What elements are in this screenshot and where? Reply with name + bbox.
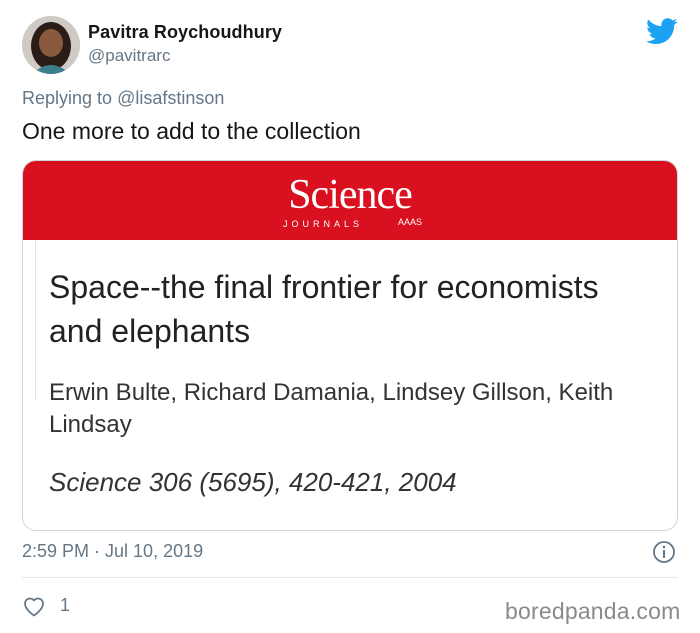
replying-to: Replying to @lisafstinson [22,88,224,109]
journals-label: JOURNALS [283,219,364,229]
info-icon[interactable] [652,540,676,564]
display-name[interactable]: Pavitra Roychoudhury [88,22,282,43]
science-logo: Science [288,172,413,218]
paper-authors: Erwin Bulte, Richard Damania, Lindsey Gi… [49,379,614,438]
avatar[interactable] [22,16,80,74]
replying-prefix: Replying to [22,88,118,108]
heart-icon[interactable] [22,595,46,617]
tweet-timestamp[interactable]: 2:59 PM · Jul 10, 2019 [22,541,203,562]
replying-mention-link[interactable]: @lisafstinson [117,88,224,108]
watermark: boredpanda.com [505,598,681,624]
science-header-banner: Science JOURNALS AAAS [23,161,677,240]
tweet-text: One more to add to the collection [22,118,361,144]
link-card[interactable]: Science JOURNALS AAAS Space--the final f… [22,160,678,531]
twitter-bird-icon[interactable] [646,18,678,45]
divider [22,577,678,578]
user-handle[interactable]: @pavitrarc [88,46,170,66]
card-divider-line [35,240,36,400]
like-count: 1 [60,595,71,615]
paper-citation: Science 306 (5695), 420-421, 2004 [49,467,457,497]
paper-title: Space--the final frontier for economists… [49,269,599,349]
aaas-logo: AAAS [398,217,423,227]
